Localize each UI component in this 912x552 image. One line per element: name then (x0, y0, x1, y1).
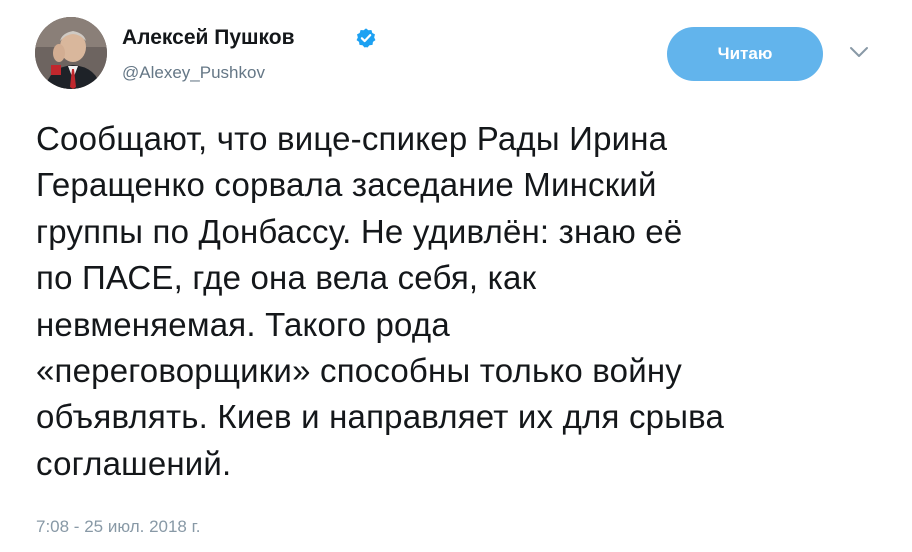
tweet-text: Сообщают, что вице-спикер Рады Ирина Гер… (36, 120, 725, 482)
author-handle[interactable]: @Alexey_Pushkov (122, 63, 265, 83)
author-avatar[interactable] (35, 17, 107, 89)
tweet-card: Алексей Пушков @Alexey_Pushkov Читаю Соо… (0, 0, 912, 552)
author-display-name[interactable]: Алексей Пушков (122, 25, 295, 51)
following-button[interactable]: Читаю (667, 27, 823, 81)
user-avatar-icon (35, 17, 107, 89)
chevron-down-icon[interactable] (848, 44, 870, 60)
tweet-timestamp[interactable]: 7:08 - 25 июл. 2018 г. (36, 516, 200, 538)
verified-badge-icon (356, 28, 376, 48)
